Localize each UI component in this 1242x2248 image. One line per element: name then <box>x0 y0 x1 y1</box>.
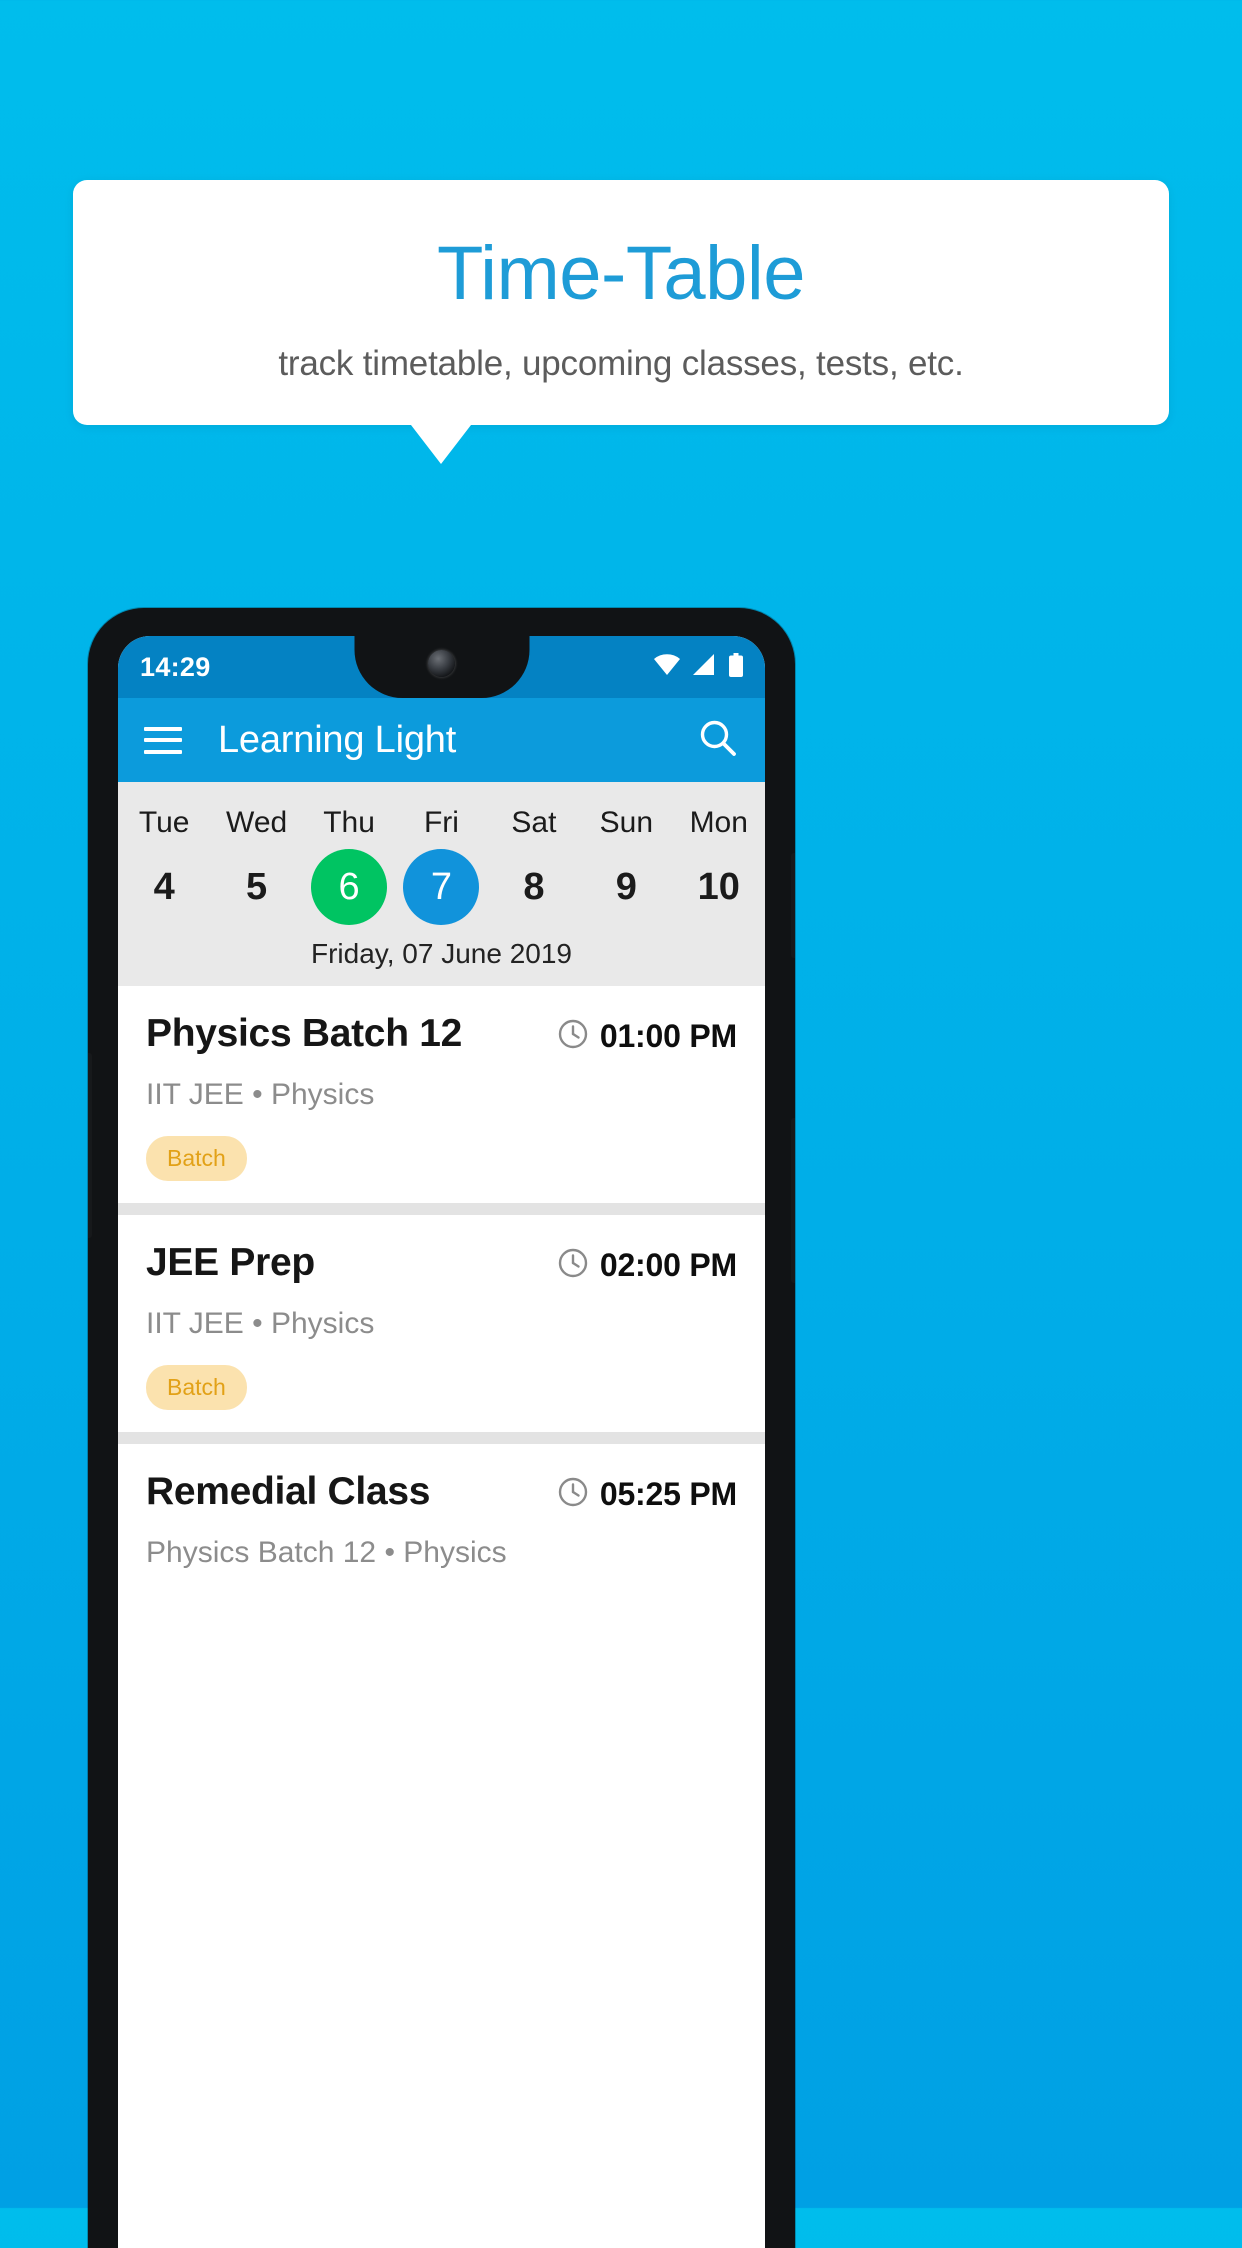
class-time-group: 01:00 PM <box>558 1012 737 1055</box>
front-camera-icon <box>428 650 455 677</box>
battery-icon <box>729 652 743 682</box>
phone-volume-button <box>791 1118 795 1283</box>
speech-bubble-tail <box>411 425 471 464</box>
class-card[interactable]: Remedial Class 05:25 PM Physics Batch 12… <box>118 1444 765 1592</box>
weekday-label: Mon <box>689 806 748 839</box>
weekday-row: Tue Wed Thu Fri Sat Sun Mon <box>118 796 765 846</box>
date-number: 6 <box>311 849 388 925</box>
clock-icon <box>558 1019 588 1054</box>
class-subtitle: IIT JEE • Physics <box>146 1078 375 1111</box>
date-number-row: 4 5 6 7 8 9 10 <box>118 846 765 928</box>
date-number: 9 <box>615 865 637 908</box>
status-badge: Batch <box>146 1365 247 1410</box>
weekday-label: Sat <box>511 806 557 839</box>
status-badge: Batch <box>146 1136 247 1181</box>
phone-power-button <box>791 853 795 958</box>
class-card[interactable]: JEE Prep 02:00 PM IIT JEE • Physics Batc… <box>118 1215 765 1432</box>
date-number: 5 <box>246 865 268 908</box>
date-strip: Tue Wed Thu Fri Sat Sun Mon 4 5 6 7 8 9 … <box>118 782 765 986</box>
date-number: 4 <box>153 865 175 908</box>
app-title: Learning Light <box>218 718 457 761</box>
date-cell-5[interactable]: 5 <box>210 846 302 928</box>
class-card-header: Physics Batch 12 01:00 PM <box>146 1012 737 1056</box>
date-cell-4[interactable]: 4 <box>118 846 210 928</box>
class-list: Physics Batch 12 01:00 PM IIT JEE • Phys… <box>118 986 765 1592</box>
class-title: Remedial Class <box>146 1470 431 1513</box>
clock-icon <box>558 1248 588 1283</box>
class-time: 01:00 PM <box>599 1018 737 1054</box>
date-cell-6-today[interactable]: 6 <box>303 846 395 928</box>
promo-subtitle: track timetable, upcoming classes, tests… <box>278 344 964 383</box>
class-subtitle: Physics Batch 12 • Physics <box>146 1536 507 1569</box>
weekday-label: Sun <box>599 806 654 839</box>
weekday-label: Thu <box>323 806 375 839</box>
date-number: 8 <box>523 865 545 908</box>
class-title: JEE Prep <box>146 1241 315 1284</box>
signal-icon <box>693 654 716 680</box>
class-title: Physics Batch 12 <box>146 1012 463 1055</box>
hamburger-icon[interactable] <box>144 726 182 754</box>
class-time-group: 02:00 PM <box>558 1241 737 1284</box>
search-icon[interactable] <box>697 717 739 764</box>
status-bar: 14:29 <box>118 636 765 698</box>
date-cell-8[interactable]: 8 <box>488 846 580 928</box>
phone-screen: 14:29 Learning Light Tue Wed Thu Fri Sat… <box>118 636 765 2248</box>
phone-mockup: 14:29 Learning Light Tue Wed Thu Fri Sat… <box>88 608 795 2248</box>
phone-notch <box>354 636 529 698</box>
class-time: 02:00 PM <box>599 1247 737 1283</box>
class-subtitle: IIT JEE • Physics <box>146 1307 375 1340</box>
class-card-header: Remedial Class 05:25 PM <box>146 1470 737 1514</box>
class-time: 05:25 PM <box>599 1476 737 1512</box>
weekday-label: Wed <box>226 806 288 839</box>
date-number: 10 <box>697 865 740 908</box>
date-cell-7-selected[interactable]: 7 <box>395 846 487 928</box>
date-number: 7 <box>403 849 480 925</box>
date-cell-10[interactable]: 10 <box>673 846 765 928</box>
page-title: Time-Table <box>436 231 806 316</box>
class-card[interactable]: Physics Batch 12 01:00 PM IIT JEE • Phys… <box>118 986 765 1203</box>
clock-icon <box>558 1477 588 1512</box>
phone-side-button-left <box>88 1053 92 1238</box>
status-icons <box>654 652 743 682</box>
wifi-icon <box>654 654 680 680</box>
app-bar: Learning Light <box>118 698 765 782</box>
status-time: 14:29 <box>140 651 211 682</box>
class-time-group: 05:25 PM <box>558 1470 737 1513</box>
weekday-label: Fri <box>423 806 459 839</box>
date-cell-9[interactable]: 9 <box>580 846 672 928</box>
promo-card: Time-Table track timetable, upcoming cla… <box>73 180 1169 425</box>
selected-date-label: Friday, 07 June 2019 <box>311 938 572 969</box>
class-card-header: JEE Prep 02:00 PM <box>146 1241 737 1285</box>
weekday-label: Tue <box>138 806 190 839</box>
